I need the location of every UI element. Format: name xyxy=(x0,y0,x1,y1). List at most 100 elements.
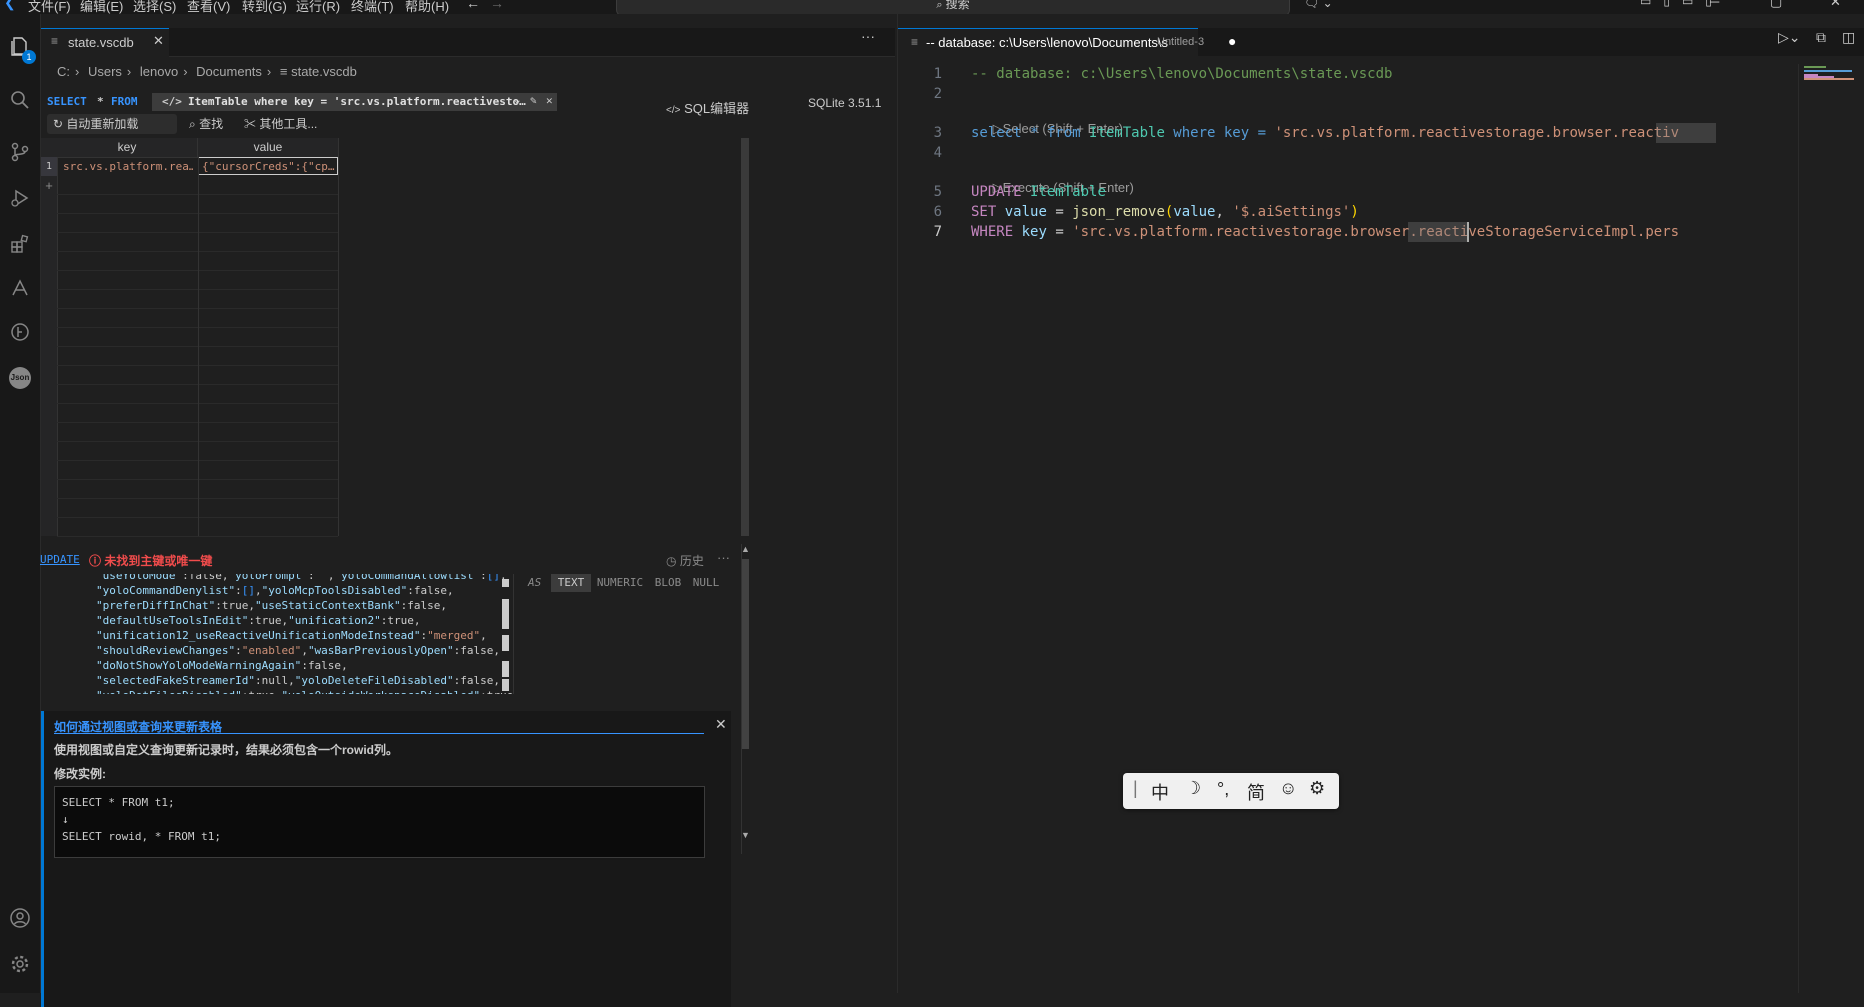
close-help-icon[interactable]: ✕ xyxy=(715,716,727,733)
menu-edit[interactable]: 编辑(E) xyxy=(80,0,123,14)
row-number-gutter xyxy=(41,138,58,536)
code-token: value xyxy=(1004,204,1047,220)
other-tools-button[interactable]: ✂ 其他工具... xyxy=(244,114,317,134)
toggle-sidebar-icon[interactable]: ▯ xyxy=(1663,0,1682,8)
breadcrumb-item[interactable]: C: xyxy=(57,64,70,79)
column-header-key[interactable]: key xyxy=(57,138,198,157)
json-line: "unification12_useReactiveUnificationMod… xyxy=(96,629,487,642)
edit-query-icon[interactable]: ✎ xyxy=(530,94,537,107)
emoji-icon[interactable]: ☺ xyxy=(1279,778,1297,799)
back-arrow-icon[interactable]: ← xyxy=(466,0,480,11)
json-lines: "useYoloMode":false,"yoloPrompt":"","yol… xyxy=(96,574,513,694)
moon-icon[interactable]: ☽ xyxy=(1185,778,1201,799)
close-query-icon[interactable]: ✕ xyxy=(546,94,553,107)
maximize-icon[interactable]: ▢ xyxy=(1770,0,1782,10)
json-line: "shouldReviewChanges":"enabled","wasBarP… xyxy=(96,644,501,657)
ime-simplified[interactable]: 简 xyxy=(1247,779,1265,805)
chat-icon[interactable]: 🗨 ⌄ xyxy=(1304,0,1333,10)
column-header-value[interactable]: value xyxy=(198,138,339,157)
split-editor-icon[interactable]: ◫ xyxy=(1842,29,1855,46)
row-number: 1 xyxy=(41,157,57,176)
help-title-underline xyxy=(54,733,704,734)
find-button[interactable]: ⌕ 查找 xyxy=(189,114,223,134)
ime-punctuation[interactable]: °, xyxy=(1217,779,1229,800)
sql-editor-button[interactable]: </> SQL编辑器 xyxy=(666,98,749,117)
tab-state-vscdb[interactable]: ≡ state.vscdb ✕ xyxy=(41,28,169,57)
breadcrumb-item[interactable]: lenovo xyxy=(140,64,178,79)
close-window-icon[interactable]: ✕ xyxy=(1830,0,1841,10)
menu-selection[interactable]: 选择(S) xyxy=(133,0,176,14)
json-icon[interactable]: Json xyxy=(0,358,40,398)
history-button[interactable]: ◷ 历史 xyxy=(666,552,704,569)
breadcrumb-item[interactable]: state.vscdb xyxy=(291,64,357,79)
grid-scrollbar[interactable] xyxy=(741,138,749,536)
data-grid: key value 1 src.vs.platform.rea… {"curso… xyxy=(41,138,738,537)
tab-untitled-3[interactable]: ≡ -- database: c:\Users\lenovo\Documents… xyxy=(898,28,1236,57)
code-line-2: SELECT rowid, * FROM t1; xyxy=(62,830,221,843)
run-debug-icon[interactable] xyxy=(0,178,40,218)
ime-chinese-mode[interactable]: 中 xyxy=(1151,779,1169,805)
menu-go[interactable]: 转到(G) xyxy=(242,0,287,14)
menu-file[interactable]: 文件(F) xyxy=(28,0,71,14)
cell-key[interactable]: src.vs.platform.rea… xyxy=(63,157,193,176)
help-description: 使用视图或自定义查询更新记录时，结果必须包含一个rowid列。 xyxy=(54,743,399,757)
code-token: UPDATE xyxy=(971,184,1022,200)
code-line-1: -- database: c:\Users\lenovo\Documents\s… xyxy=(971,66,1393,82)
panel-scroll-thumb[interactable] xyxy=(742,559,749,749)
scroll-up-icon[interactable]: ▲ xyxy=(741,544,750,554)
ime-handle[interactable]: | xyxy=(1133,778,1138,799)
code-line-6: SET value = json_remove(value, '$.aiSett… xyxy=(971,204,1359,220)
forward-arrow-icon[interactable]: → xyxy=(490,0,504,11)
toggle-panel-icon[interactable]: ▭ xyxy=(1682,0,1705,8)
code-token: key xyxy=(1021,224,1047,240)
remote-explorer-icon[interactable] xyxy=(0,268,40,308)
search-view-icon[interactable] xyxy=(0,80,40,120)
open-changes-icon[interactable]: ⧉ xyxy=(1816,29,1826,46)
extensions-icon[interactable] xyxy=(0,224,40,264)
help-box: 如何通过视图或查询来更新表格 ✕ 使用视图或自定义查询更新记录时，结果必须包含一… xyxy=(41,711,731,1007)
warning-message: ⓘ 未找到主键或唯一键 xyxy=(89,552,212,569)
right-editor-group: ≡ -- database: c:\Users\lenovo\Documents… xyxy=(897,14,1864,993)
tab-close-icon[interactable]: ✕ xyxy=(153,33,164,49)
json-value-editor[interactable]: "useYoloMode":false,"yoloPrompt":"","yol… xyxy=(41,574,514,694)
type-null-button[interactable]: NULL xyxy=(689,574,723,592)
cell-value[interactable]: {"cursorCreds":{"cp… xyxy=(198,157,338,175)
code-editor[interactable]: -- database: c:\Users\lenovo\Documents\s… xyxy=(971,64,1781,964)
account-icon[interactable] xyxy=(0,898,40,938)
tools-icon: ✂ xyxy=(244,117,257,131)
run-query-icon[interactable]: ▷⌄ xyxy=(1778,29,1801,46)
gitlens-icon[interactable] xyxy=(0,312,40,352)
more-actions-icon[interactable]: ··· xyxy=(861,28,875,44)
update-label[interactable]: UPDATE xyxy=(40,553,80,566)
more-icon[interactable]: ··· xyxy=(717,550,730,565)
scroll-down-icon[interactable]: ▼ xyxy=(741,830,750,840)
grid-column-line xyxy=(198,157,199,536)
add-row-button[interactable]: + xyxy=(41,176,57,195)
ime-settings-gear-icon[interactable]: ⚙ xyxy=(1309,778,1325,799)
reload-label: 自动重新加载 xyxy=(66,117,139,131)
code-token: '$.aiSettings' xyxy=(1232,204,1351,220)
explorer-icon[interactable]: 1 xyxy=(0,26,40,66)
type-blob-button[interactable]: BLOB xyxy=(651,574,685,592)
unsaved-dot-icon[interactable]: ● xyxy=(1228,33,1236,49)
minimize-icon[interactable]: ─ xyxy=(1710,0,1719,9)
type-numeric-button[interactable]: NUMERIC xyxy=(594,574,646,592)
menu-run[interactable]: 运行(R) xyxy=(296,0,340,14)
breadcrumb-item[interactable]: Documents xyxy=(196,64,262,79)
menu-view[interactable]: 查看(V) xyxy=(187,0,230,14)
json-editor-scrollbar[interactable] xyxy=(502,579,509,691)
settings-gear-icon[interactable] xyxy=(0,944,40,984)
type-text-button[interactable]: TEXT xyxy=(551,574,591,592)
menu-terminal[interactable]: 终端(T) xyxy=(351,0,394,14)
query-select-dropdown[interactable]: </> ItemTable where key = 'src.vs.platfo… xyxy=(152,93,557,111)
word-highlight xyxy=(1656,123,1716,143)
chevron-down-icon[interactable]: ⌄ xyxy=(514,93,521,106)
source-control-icon[interactable] xyxy=(0,132,40,172)
breadcrumb-item[interactable]: Users xyxy=(88,64,122,79)
reload-button[interactable]: ↻ 自动重新加载 xyxy=(47,114,177,134)
command-search-box[interactable]: ⌕ 搜索 xyxy=(616,0,1290,14)
customize-layout-icon[interactable]: ▭ xyxy=(1640,0,1663,8)
menu-help[interactable]: 帮助(H) xyxy=(405,0,449,14)
minimap[interactable] xyxy=(1804,64,1860,84)
table-row[interactable]: 1 src.vs.platform.rea… {"cursorCreds":{"… xyxy=(41,157,339,176)
